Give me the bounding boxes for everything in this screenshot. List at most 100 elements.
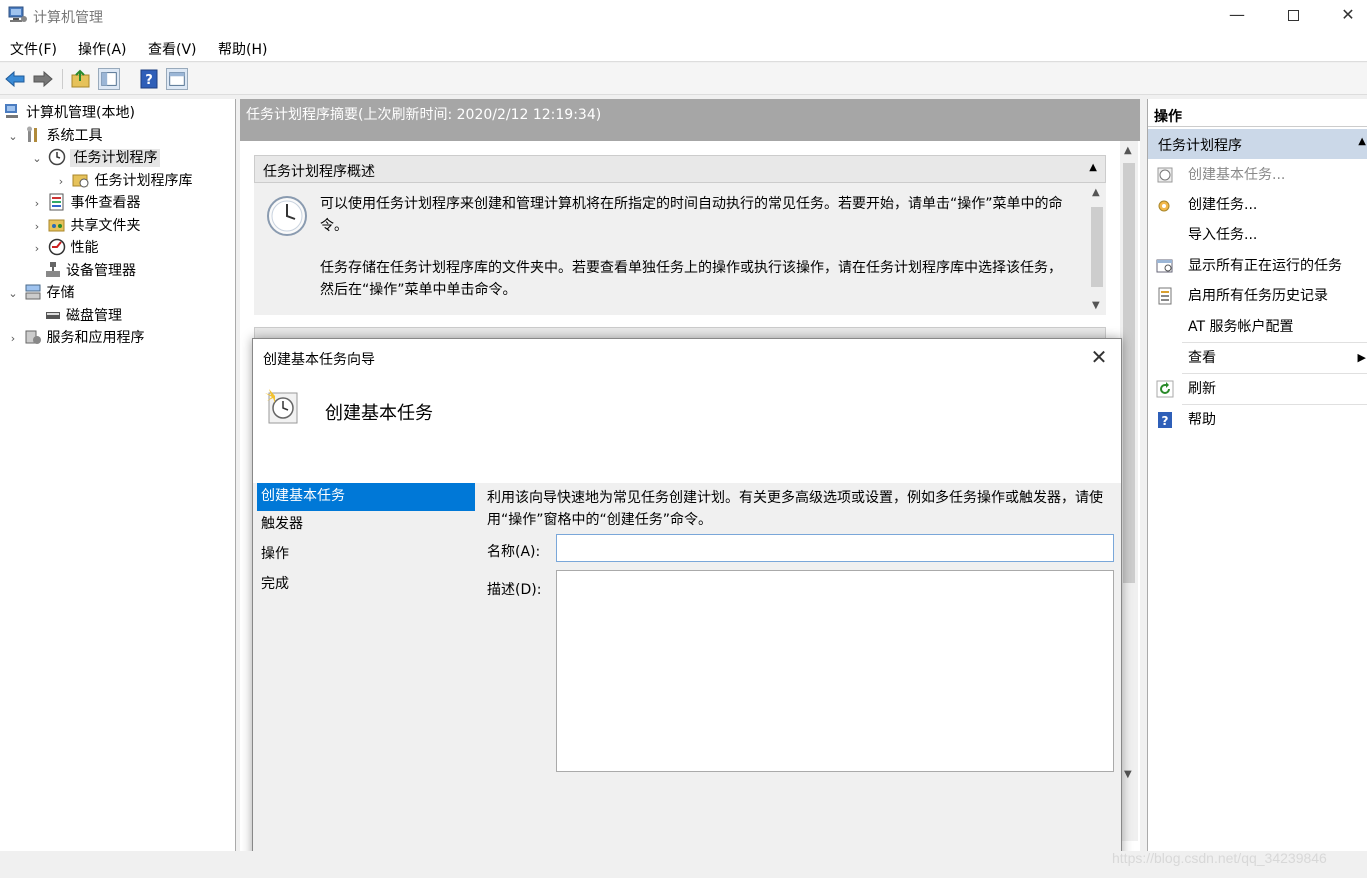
window-title: 计算机管理 bbox=[33, 10, 103, 26]
action-help[interactable]: ? 帮助 bbox=[1148, 405, 1367, 435]
scrollbar-thumb[interactable] bbox=[1091, 207, 1103, 287]
maximize-button[interactable] bbox=[1270, 0, 1316, 32]
show-hide-tree-icon[interactable] bbox=[98, 68, 120, 90]
action-display-running-tasks[interactable]: 显示所有正在运行的任务 bbox=[1148, 251, 1367, 281]
name-label: 名称(A): bbox=[487, 544, 541, 560]
summary-header: 任务计划程序摘要(上次刷新时间: 2020/2/12 12:19:34) bbox=[240, 99, 1140, 141]
tree-item-event-viewer[interactable]: › 事件查看器 bbox=[30, 192, 140, 214]
menu-bar: 文件(F) 操作(A) 查看(V) 帮助(H) bbox=[0, 34, 1367, 62]
scroll-down-icon[interactable]: ▼ bbox=[1092, 300, 1100, 311]
toolbar-separator bbox=[62, 69, 63, 89]
wizard-steps: 创建基本任务 触发器 操作 完成 bbox=[257, 483, 475, 601]
wizard-body: 创建基本任务 触发器 操作 完成 利用该向导快速地为常见任务创建计划。有关更多高… bbox=[253, 483, 1121, 878]
tree-item-task-scheduler[interactable]: ⌄ 任务计划程序 bbox=[30, 147, 161, 170]
shared-folder-icon bbox=[48, 219, 65, 232]
title-bar: 计算机管理 — ✕ bbox=[0, 0, 1367, 34]
watermark-text: https://blog.csdn.net/qq_34239846 bbox=[1112, 850, 1327, 866]
menu-action[interactable]: 操作(A) bbox=[78, 39, 127, 59]
overview-section-header[interactable]: 任务计划程序概述 ▲ bbox=[254, 155, 1106, 183]
new-task-icon bbox=[1158, 200, 1170, 212]
actions-section-task-scheduler[interactable]: 任务计划程序 ▲ bbox=[1148, 129, 1367, 159]
tree-item-performance[interactable]: › 性能 bbox=[30, 237, 98, 259]
tools-icon bbox=[27, 126, 38, 142]
actions-title: 操作 bbox=[1148, 99, 1367, 127]
description-label: 描述(D): bbox=[487, 582, 542, 598]
name-input[interactable] bbox=[556, 534, 1114, 562]
wizard-step-create-basic-task[interactable]: 创建基本任务 bbox=[257, 483, 475, 511]
chevron-right-icon[interactable]: › bbox=[6, 328, 20, 350]
clock-icon bbox=[1157, 167, 1173, 183]
clock-icon bbox=[267, 196, 307, 236]
console-tree: 计算机管理(本地) ⌄ 系统工具 ⌄ 任务计划程序 › 任务计划程序库 › 事件… bbox=[0, 99, 236, 851]
description-textarea[interactable] bbox=[556, 570, 1114, 772]
help-icon[interactable]: ? bbox=[138, 68, 160, 90]
menu-view[interactable]: 查看(V) bbox=[148, 39, 197, 59]
close-button[interactable]: ✕ bbox=[1325, 0, 1367, 32]
refresh-icon bbox=[1156, 380, 1174, 398]
action-at-service-account[interactable]: AT 服务帐户配置 bbox=[1148, 312, 1367, 342]
chevron-down-icon[interactable]: ⌄ bbox=[30, 148, 44, 170]
dialog-close-button[interactable]: ✕ bbox=[1087, 345, 1111, 369]
tree-item-system-tools[interactable]: ⌄ 系统工具 bbox=[6, 125, 102, 147]
menu-help[interactable]: 帮助(H) bbox=[218, 39, 267, 59]
wizard-description: 利用该向导快速地为常见任务创建计划。有关更多高级选项或设置，例如多任务操作或触发… bbox=[487, 490, 1103, 528]
collapse-icon[interactable]: ▲ bbox=[1089, 162, 1097, 173]
tree-item-services-apps[interactable]: › 服务和应用程序 bbox=[6, 327, 145, 350]
overview-scrollbar[interactable]: ▲ ▼ bbox=[1088, 185, 1106, 313]
action-view[interactable]: 查看 ▶ bbox=[1148, 343, 1367, 373]
running-tasks-icon bbox=[1156, 259, 1173, 273]
tree-item-device-manager[interactable]: 设备管理器 bbox=[44, 260, 136, 282]
center-scrollbar[interactable]: ▲ ▼ bbox=[1120, 141, 1138, 841]
wizard-step-action[interactable]: 操作 bbox=[257, 541, 475, 571]
computer-management-icon bbox=[8, 6, 27, 22]
folder-clock-icon bbox=[72, 174, 89, 188]
overview-paragraph-2: 任务存储在任务计划程序库的文件夹中。若要查看单独任务上的操作或执行该操作，请在任… bbox=[320, 260, 1062, 298]
maximize-icon bbox=[1287, 10, 1299, 21]
task-clock-icon bbox=[265, 389, 298, 424]
event-viewer-icon bbox=[49, 193, 64, 211]
overview-section: 任务计划程序概述 ▲ 可以使用任务计划程序来创建和管理计算机将在所指定的时间自动… bbox=[254, 155, 1106, 315]
tree-item-storage[interactable]: ⌄ 存储 bbox=[6, 282, 74, 304]
scroll-up-icon[interactable]: ▲ bbox=[1124, 145, 1132, 156]
storage-icon bbox=[25, 284, 41, 300]
back-icon[interactable] bbox=[4, 68, 26, 90]
action-create-basic-task[interactable]: 创建基本任务... bbox=[1148, 160, 1367, 190]
tree-item-disk-management[interactable]: 磁盘管理 bbox=[44, 305, 122, 327]
services-icon bbox=[25, 330, 42, 344]
chevron-down-icon[interactable]: ⌄ bbox=[6, 126, 20, 148]
chevron-right-icon[interactable]: › bbox=[30, 216, 44, 238]
action-import-task[interactable]: 导入任务... bbox=[1148, 220, 1367, 250]
collapse-icon[interactable]: ▲ bbox=[1358, 136, 1366, 147]
help-icon: ? bbox=[1158, 412, 1172, 428]
scroll-down-icon[interactable]: ▼ bbox=[1124, 769, 1132, 780]
action-refresh[interactable]: 刷新 bbox=[1148, 374, 1367, 404]
scroll-up-icon[interactable]: ▲ bbox=[1092, 187, 1100, 198]
clock-icon bbox=[49, 148, 66, 166]
svg-text:?: ? bbox=[1162, 414, 1169, 428]
action-enable-history[interactable]: 启用所有任务历史记录 bbox=[1148, 281, 1367, 311]
chevron-right-icon[interactable]: › bbox=[54, 171, 68, 193]
create-basic-task-wizard: 创建基本任务向导 ✕ 创建基本任务 创建基本任务 触发器 操作 完成 利用该向导… bbox=[252, 338, 1122, 878]
chevron-down-icon[interactable]: ⌄ bbox=[6, 283, 20, 305]
scrollbar-thumb[interactable] bbox=[1123, 163, 1135, 583]
tree-item-task-scheduler-library[interactable]: › 任务计划程序库 bbox=[54, 170, 193, 193]
tree-item-shared-folders[interactable]: › 共享文件夹 bbox=[30, 215, 141, 238]
show-hide-action-pane-icon[interactable] bbox=[166, 68, 188, 90]
action-create-task[interactable]: 创建任务... bbox=[1148, 190, 1367, 220]
history-icon bbox=[1158, 287, 1172, 305]
chevron-right-icon[interactable]: › bbox=[30, 193, 44, 215]
wizard-step-finish[interactable]: 完成 bbox=[257, 571, 475, 601]
disk-icon bbox=[46, 312, 60, 319]
performance-icon bbox=[49, 238, 66, 256]
minimize-button[interactable]: — bbox=[1214, 0, 1260, 32]
forward-icon[interactable] bbox=[32, 68, 54, 90]
up-folder-icon[interactable] bbox=[70, 68, 92, 90]
menu-file[interactable]: 文件(F) bbox=[10, 39, 57, 59]
svg-text:?: ? bbox=[145, 73, 153, 88]
chevron-right-icon[interactable]: › bbox=[30, 238, 44, 260]
tree-item-computer-management[interactable]: 计算机管理(本地) bbox=[4, 102, 135, 124]
wizard-step-trigger[interactable]: 触发器 bbox=[257, 511, 475, 541]
dialog-title: 创建基本任务向导 bbox=[263, 352, 375, 368]
toolbar: ? bbox=[0, 63, 1367, 95]
device-manager-icon bbox=[46, 262, 60, 277]
